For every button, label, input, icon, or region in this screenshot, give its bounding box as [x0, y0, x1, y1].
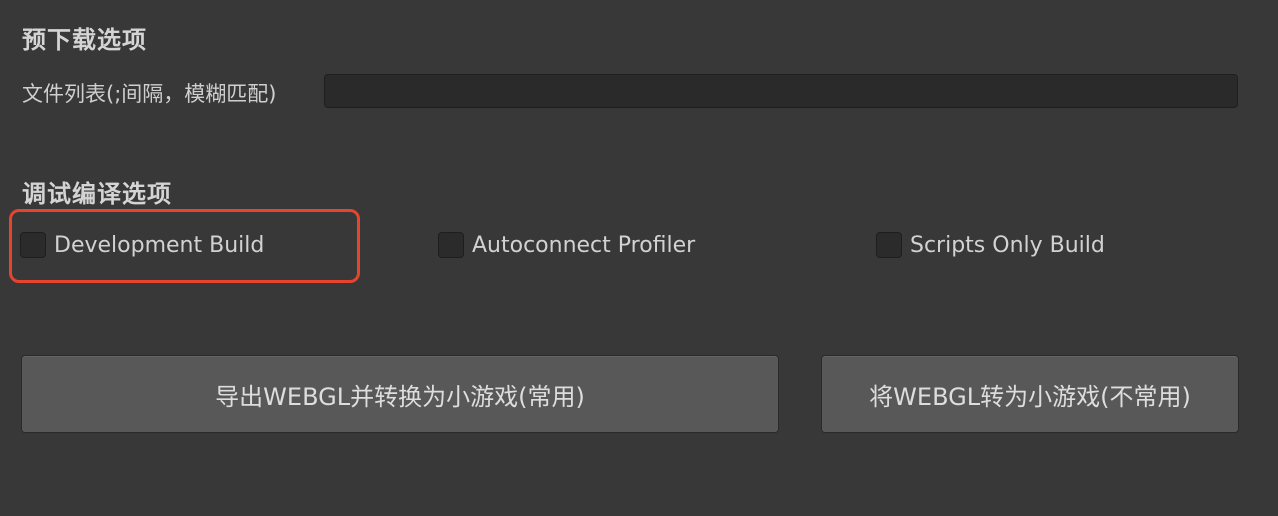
- scripts-only-build-checkbox[interactable]: [876, 232, 902, 258]
- autoconnect-profiler-checkbox[interactable]: [438, 232, 464, 258]
- convert-webgl-button[interactable]: 将WEBGL转为小游戏(不常用): [821, 355, 1239, 433]
- file-list-input[interactable]: [324, 74, 1238, 108]
- debug-section-title: 调试编译选项: [22, 180, 172, 208]
- development-build-highlight: [9, 209, 360, 283]
- autoconnect-profiler-label: Autoconnect Profiler: [472, 232, 696, 258]
- export-webgl-convert-button[interactable]: 导出WEBGL并转换为小游戏(常用): [21, 355, 779, 433]
- autoconnect-profiler-toggle[interactable]: Autoconnect Profiler: [438, 228, 695, 262]
- preload-section-title: 预下载选项: [22, 26, 147, 54]
- scripts-only-build-toggle[interactable]: Scripts Only Build: [876, 228, 1105, 262]
- minigame-build-panel: 预下载选项 文件列表(;间隔，模糊匹配) 调试编译选项 Development …: [0, 0, 1278, 516]
- scripts-only-build-label: Scripts Only Build: [910, 232, 1105, 258]
- file-list-label: 文件列表(;间隔，模糊匹配): [22, 82, 277, 106]
